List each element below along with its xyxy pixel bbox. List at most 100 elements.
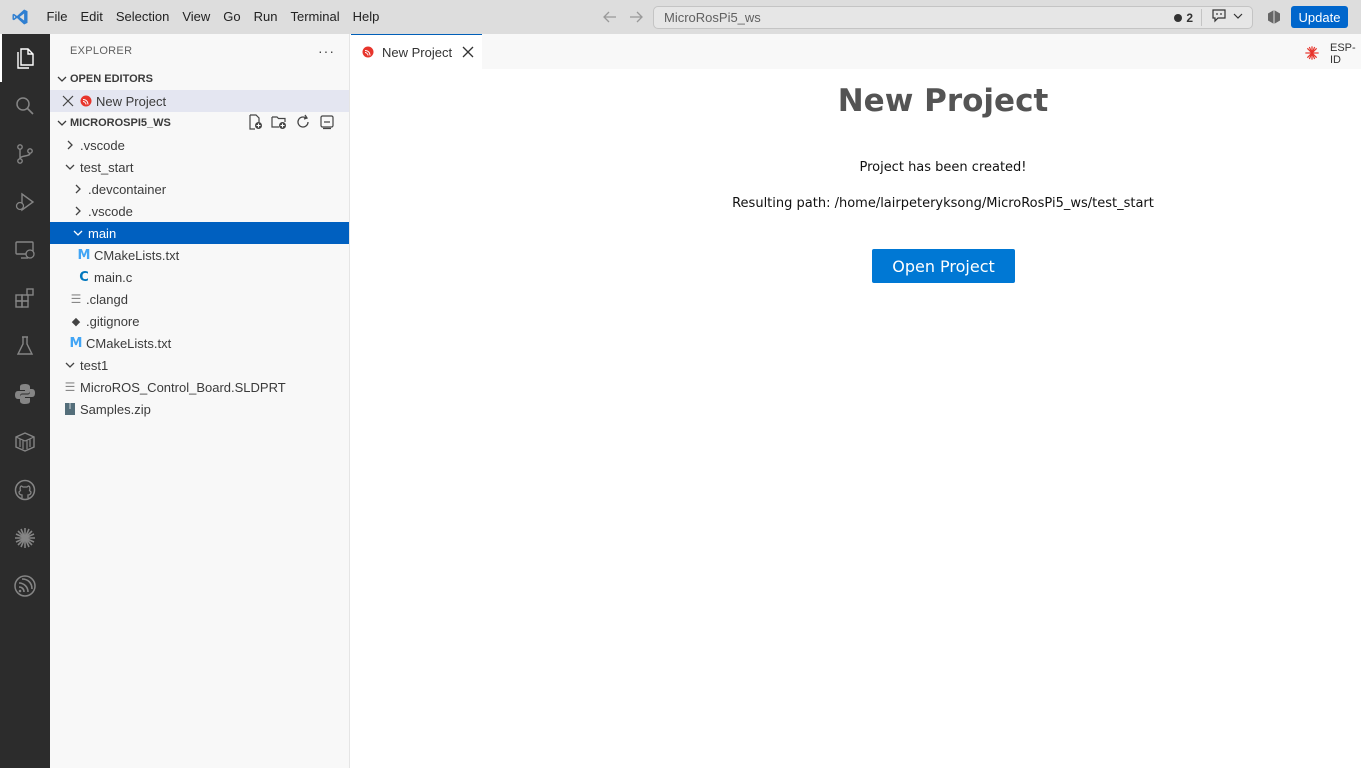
python-icon[interactable]: [0, 370, 50, 418]
tree-item-label: .vscode: [80, 137, 125, 153]
tree-item-vscode[interactable]: .vscode: [50, 134, 349, 156]
esp-idf-tab-action[interactable]: ESP-ID: [1304, 42, 1361, 66]
layout-icon[interactable]: [1266, 9, 1282, 29]
explorer-sidebar: EXPLORER ··· OPEN EDITORS New Project MI…: [50, 34, 350, 768]
menu-view[interactable]: View: [176, 0, 217, 34]
zip-file-icon: [62, 401, 78, 417]
editor-tab-bar: New Project ESP-ID: [351, 34, 1361, 69]
esp-idf-label: ESP-ID: [1330, 42, 1356, 66]
title-bar: File Edit Selection View Go Run Terminal…: [0, 0, 1361, 34]
sparkle-asterisk-icon: [1304, 45, 1320, 64]
workspace-section-header[interactable]: MICROROSPI5_WS: [50, 112, 349, 134]
tree-item-label: main.c: [94, 269, 133, 285]
forward-arrow-icon[interactable]: [626, 7, 646, 27]
tree-item-label: .gitignore: [86, 313, 140, 329]
chevron-down-icon: [62, 159, 78, 175]
tree-item-main-cmakelists[interactable]: M CMakeLists.txt: [50, 244, 349, 266]
command-center-title: MicroRosPi5_ws: [664, 10, 761, 25]
open-editors-section-header[interactable]: OPEN EDITORS: [50, 68, 349, 90]
open-editors-label: OPEN EDITORS: [70, 73, 153, 85]
tree-item-test1[interactable]: test1: [50, 354, 349, 376]
chevron-down-icon[interactable]: [1232, 10, 1244, 25]
menu-selection[interactable]: Selection: [109, 0, 175, 34]
tree-item-sldprt[interactable]: ☰ MicroROS_Control_Board.SLDPRT: [50, 376, 349, 398]
search-icon[interactable]: [0, 82, 50, 130]
chevron-down-icon: [54, 73, 70, 85]
tree-item-test-start-vscode[interactable]: .vscode: [50, 200, 349, 222]
containers-icon[interactable]: [0, 418, 50, 466]
menu-edit[interactable]: Edit: [74, 0, 109, 34]
espressif-file-icon: [362, 46, 374, 58]
close-icon[interactable]: [461, 45, 475, 59]
git-file-icon: ◆: [71, 315, 81, 328]
open-project-button[interactable]: Open Project: [872, 249, 1015, 283]
espressif-icon[interactable]: [0, 562, 50, 610]
tree-item-label: CMakeLists.txt: [86, 335, 172, 351]
explorer-icon[interactable]: [0, 34, 50, 82]
c-file-icon: C: [79, 269, 89, 285]
explorer-title: EXPLORER: [70, 45, 133, 57]
tree-item-label: .clangd: [86, 291, 128, 307]
notification-count: 2: [1186, 10, 1193, 25]
divider: [1201, 9, 1202, 26]
run-debug-icon[interactable]: [0, 178, 50, 226]
cmake-file-icon: M: [69, 335, 83, 351]
tree-item-clangd[interactable]: ☰ .clangd: [50, 288, 349, 310]
tree-item-gitignore[interactable]: ◆ .gitignore: [50, 310, 349, 332]
command-center-status: 2: [1174, 7, 1244, 28]
new-project-webview: New Project Project has been created! Re…: [351, 69, 1361, 768]
open-editor-item[interactable]: New Project: [50, 90, 349, 112]
tree-item-label: .devcontainer: [88, 181, 167, 197]
extensions-icon[interactable]: [0, 274, 50, 322]
tab-new-project[interactable]: New Project: [351, 34, 482, 69]
tree-item-label: CMakeLists.txt: [94, 247, 180, 263]
menu-go[interactable]: Go: [217, 0, 247, 34]
github-icon[interactable]: [0, 466, 50, 514]
text-file-icon: ☰: [64, 380, 76, 394]
text-file-icon: ☰: [70, 292, 82, 306]
explorer-header: EXPLORER ···: [50, 34, 349, 68]
menu-file[interactable]: File: [40, 0, 74, 34]
resulting-path: Resulting path: /home/lairpeteryksong/Mi…: [732, 196, 1154, 211]
tree-item-samples-zip[interactable]: Samples.zip: [50, 398, 349, 420]
dirty-dot-icon: [1174, 13, 1183, 22]
remote-explorer-icon[interactable]: [0, 226, 50, 274]
new-file-icon[interactable]: [247, 113, 263, 133]
chevron-right-icon: [70, 203, 86, 219]
menu-terminal[interactable]: Terminal: [284, 0, 346, 34]
tree-item-main[interactable]: main: [50, 222, 349, 244]
tree-item-test-start[interactable]: test_start: [50, 156, 349, 178]
testing-flask-icon[interactable]: [0, 322, 50, 370]
status-message: Project has been created!: [859, 160, 1027, 175]
update-button[interactable]: Update: [1291, 6, 1348, 28]
collapse-all-icon[interactable]: [319, 114, 335, 133]
menu-help[interactable]: Help: [346, 0, 386, 34]
tree-item-devcontainer[interactable]: .devcontainer: [50, 178, 349, 200]
command-center-search[interactable]: MicroRosPi5_ws 2: [653, 6, 1253, 29]
tree-item-label: Samples.zip: [80, 401, 151, 417]
close-icon[interactable]: [60, 93, 76, 109]
chevron-down-icon: [54, 117, 70, 129]
tree-item-label: test_start: [80, 159, 134, 175]
chevron-right-icon: [70, 181, 86, 197]
tree-item-main-c[interactable]: C main.c: [50, 266, 349, 288]
page-title: New Project: [837, 83, 1049, 119]
espressif-file-icon: [78, 93, 94, 109]
tree-item-label: main: [88, 225, 117, 241]
new-folder-icon[interactable]: [271, 114, 287, 133]
cmake-file-icon: M: [77, 247, 91, 263]
menu-run[interactable]: Run: [247, 0, 284, 34]
refresh-icon[interactable]: [295, 114, 311, 133]
activity-bar: [0, 34, 50, 768]
sparkle-asterisk-icon[interactable]: [0, 514, 50, 562]
back-arrow-icon[interactable]: [600, 7, 620, 27]
more-actions-icon[interactable]: ···: [318, 43, 335, 59]
source-control-icon[interactable]: [0, 130, 50, 178]
menu-bar: File Edit Selection View Go Run Terminal…: [40, 0, 386, 34]
tree-item-label: .vscode: [88, 203, 133, 219]
tree-item-label: test1: [80, 357, 109, 373]
tree-item-test-start-cmakelists[interactable]: M CMakeLists.txt: [50, 332, 349, 354]
copilot-chat-icon[interactable]: [1210, 8, 1228, 27]
navigation-arrows: [600, 0, 646, 34]
tab-label: New Project: [382, 44, 453, 60]
